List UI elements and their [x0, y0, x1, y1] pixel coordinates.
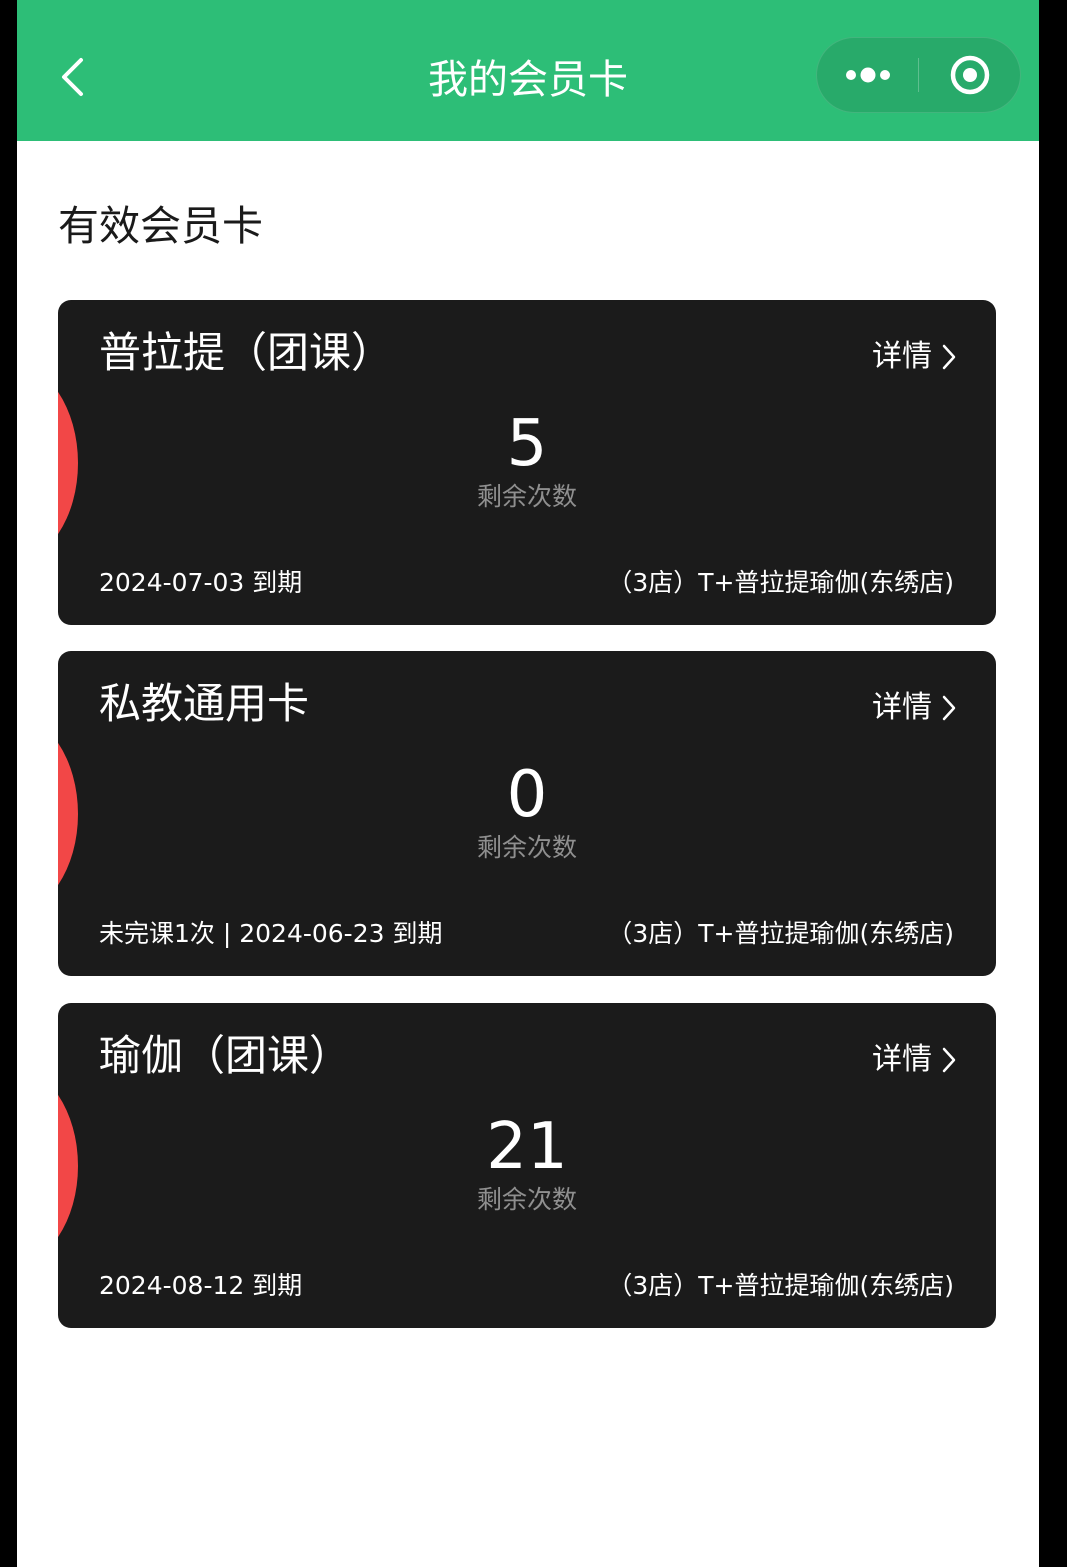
card-detail-label: 详情: [872, 339, 932, 374]
remaining-count: 21: [486, 1110, 568, 1184]
remaining-count-label: 剩余次数: [476, 1185, 577, 1214]
remaining-count-label: 剩余次数: [476, 482, 577, 511]
card-detail-link[interactable]: 详情: [872, 338, 958, 376]
card-expiry: 2024-07-03 到期: [99, 568, 303, 597]
screen: 我的会员卡 有效会员卡 普拉提（团课） 详情 5 剩余次数 2024-07-03…: [17, 0, 1039, 1567]
more-button[interactable]: [817, 38, 917, 112]
card-store: （3店）T+普拉提瑜伽(东绣店): [607, 568, 954, 597]
membership-card[interactable]: 普拉提（团课） 详情 5 剩余次数 2024-07-03 到期 （3店）T+普拉…: [58, 300, 996, 625]
membership-card[interactable]: 瑜伽（团课） 详情 21 剩余次数 2024-08-12 到期 （3店）T+普拉…: [58, 1003, 996, 1328]
chevron-right-icon: [942, 1047, 956, 1073]
card-expiry: 未完课1次 | 2024-06-23 到期: [99, 919, 443, 948]
remaining-count: 0: [506, 758, 548, 832]
record-circle-icon: [950, 55, 990, 95]
navigation-bar: 我的会员卡: [17, 0, 1039, 141]
card-name: 瑜伽（团课）: [99, 1031, 352, 1080]
card-detail-link[interactable]: 详情: [872, 1041, 958, 1079]
card-detail-label: 详情: [872, 1042, 932, 1077]
membership-card[interactable]: 私教通用卡 详情 0 剩余次数 未完课1次 | 2024-06-23 到期 （3…: [58, 651, 996, 976]
capsule-divider: [918, 58, 919, 92]
card-detail-label: 详情: [872, 690, 932, 725]
close-miniprogram-button[interactable]: [920, 38, 1020, 112]
menu-capsule: [816, 37, 1021, 113]
more-dots-icon: [846, 67, 890, 83]
card-name: 私教通用卡: [99, 679, 310, 728]
card-store: （3店）T+普拉提瑜伽(东绣店): [607, 919, 954, 948]
card-name: 普拉提（团课）: [99, 328, 394, 377]
section-title: 有效会员卡: [58, 202, 263, 250]
card-detail-link[interactable]: 详情: [872, 689, 958, 727]
card-expiry: 2024-08-12 到期: [99, 1271, 303, 1300]
card-store: （3店）T+普拉提瑜伽(东绣店): [607, 1271, 954, 1300]
chevron-right-icon: [942, 344, 956, 370]
remaining-count-label: 剩余次数: [476, 833, 577, 862]
remaining-count: 5: [506, 407, 548, 481]
chevron-right-icon: [942, 695, 956, 721]
